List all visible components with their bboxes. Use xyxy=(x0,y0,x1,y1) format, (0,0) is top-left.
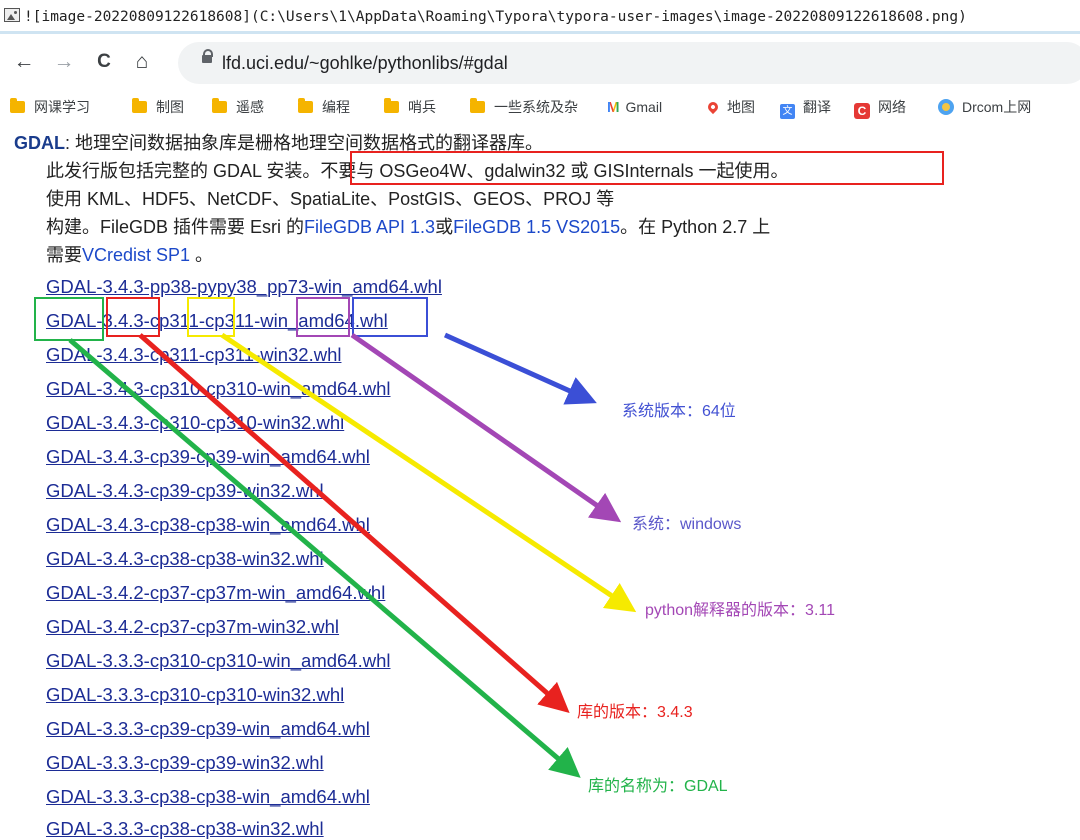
markdown-image-source-line: ![image-20220809122618608](C:\Users\1\Ap… xyxy=(0,0,1080,34)
home-icon[interactable]: ⌂ xyxy=(128,48,156,76)
gdal-description-line3: 使用 KML、HDF5、NetCDF、SpatiaLite、PostGIS、GE… xyxy=(46,189,615,209)
whl-link[interactable]: GDAL-3.4.3-cp311-cp311-win_amd64.whl xyxy=(46,310,388,332)
url-text[interactable]: lfd.uci.edu/~gohlke/pythonlibs/#gdal xyxy=(222,42,508,84)
bookmark-folder-systems[interactable]: 一些系统及杂 xyxy=(470,90,578,124)
whl-link[interactable]: GDAL-3.4.2-cp37-cp37m-win32.whl xyxy=(46,616,339,638)
c-logo-icon: C xyxy=(854,103,870,119)
bookmark-gmail[interactable]: M Gmail xyxy=(607,90,662,124)
folder-icon xyxy=(470,98,485,113)
bookmark-maps[interactable]: 地图 xyxy=(704,90,755,124)
gdal-description-line1: GDAL: 地理空间数据抽象库是栅格地理空间数据格式的翻译器库。 xyxy=(14,133,543,153)
whl-link[interactable]: GDAL-3.4.3-cp310-cp310-win_amd64.whl xyxy=(46,378,391,400)
whl-link[interactable]: GDAL-3.3.3-cp310-cp310-win_amd64.whl xyxy=(46,650,391,672)
markdown-image-text: ![image-20220809122618608](C:\Users\1\Ap… xyxy=(24,9,967,25)
whl-link[interactable]: GDAL-3.3.3-cp310-cp310-win32.whl xyxy=(46,684,344,706)
forward-arrow-icon[interactable]: → xyxy=(50,48,78,76)
back-arrow-icon[interactable]: ← xyxy=(10,48,38,76)
folder-icon xyxy=(298,98,313,113)
whl-link[interactable]: GDAL-3.4.3-cp38-cp38-win32.whl xyxy=(46,548,324,570)
folder-icon xyxy=(384,98,399,113)
bookmark-folder-programming[interactable]: 编程 xyxy=(298,90,350,124)
folder-icon xyxy=(10,98,25,113)
gdal-description-line2: 此发行版包括完整的 GDAL 安装。不要与 OSGeo4W、gdalwin32 … xyxy=(46,161,789,181)
bookmark-translate[interactable]: 文翻译 xyxy=(780,90,831,124)
gdal-description-line5: 需要VCredist SP1 。 xyxy=(46,245,214,265)
bookmark-folder-remote-sensing[interactable]: 遥感 xyxy=(212,90,264,124)
bookmark-folder-courses[interactable]: 网课学习 xyxy=(10,90,90,124)
gmail-icon: M xyxy=(607,91,620,124)
bookmarks-bar: 网课学习 制图 遥感 编程 哨兵 一些系统及杂 M Gmail 地图 文翻译 C网… xyxy=(0,90,1080,124)
whl-link[interactable]: GDAL-3.4.3-cp310-cp310-win32.whl xyxy=(46,412,344,434)
bookmark-folder-sentinel[interactable]: 哨兵 xyxy=(384,90,436,124)
whl-link[interactable]: GDAL-3.3.3-cp39-cp39-win32.whl xyxy=(46,752,324,774)
whl-link[interactable]: GDAL-3.4.3-cp38-cp38-win_amd64.whl xyxy=(46,514,370,536)
whl-link[interactable]: GDAL-3.3.3-cp38-cp38-win_amd64.whl xyxy=(46,786,370,808)
whl-link[interactable]: GDAL-3.4.2-cp37-cp37m-win_amd64.whl xyxy=(46,582,385,604)
reload-icon[interactable]: C xyxy=(90,48,118,76)
bookmark-folder-mapping[interactable]: 制图 xyxy=(132,90,184,124)
folder-icon xyxy=(132,98,147,113)
folder-icon xyxy=(212,98,227,113)
divider xyxy=(0,31,1080,34)
gdal-description-line4: 构建。FileGDB 插件需要 Esri 的FileGDB API 1.3或Fi… xyxy=(46,217,771,237)
whl-link[interactable]: GDAL-3.4.3-pp38-pypy38_pp73-win_amd64.wh… xyxy=(46,276,442,298)
whl-link[interactable]: GDAL-3.4.3-cp311-cp311-win32.whl xyxy=(46,344,341,366)
lock-icon xyxy=(202,49,213,63)
vcredist-link[interactable]: VCredist SP1 xyxy=(82,245,190,265)
address-bar[interactable]: lfd.uci.edu/~gohlke/pythonlibs/#gdal xyxy=(178,42,1080,84)
broken-image-icon xyxy=(4,8,20,22)
warning-text: 不要与 OSGeo4W、gdalwin32 或 GISInternals 一起使… xyxy=(320,161,789,181)
whl-link[interactable]: GDAL-3.3.3-cp39-cp39-win_amd64.whl xyxy=(46,718,370,740)
bookmark-network[interactable]: C 网络 xyxy=(854,90,906,124)
whl-link[interactable]: GDAL-3.4.3-cp39-cp39-win32.whl xyxy=(46,480,324,502)
page-content: GDAL: 地理空间数据抽象库是栅格地理空间数据格式的翻译器库。 此发行版包括完… xyxy=(0,130,1080,839)
whl-link[interactable]: GDAL-3.4.3-cp39-cp39-win_amd64.whl xyxy=(46,446,370,468)
drcom-icon xyxy=(938,99,954,115)
gdal-title: GDAL xyxy=(14,133,65,153)
filegdb-api-link[interactable]: FileGDB API 1.3 xyxy=(304,217,435,237)
filegdb-vs2015-link[interactable]: FileGDB 1.5 VS2015 xyxy=(453,217,620,237)
map-pin-icon xyxy=(705,99,721,115)
browser-toolbar: ← → C ⌂ lfd.uci.edu/~gohlke/pythonlibs/#… xyxy=(0,38,1080,88)
translate-icon: 文 xyxy=(780,104,795,119)
bookmark-drcom[interactable]: Drcom上网 xyxy=(938,90,1031,124)
whl-link[interactable]: GDAL-3.3.3-cp38-cp38-win32.whl xyxy=(46,818,324,840)
